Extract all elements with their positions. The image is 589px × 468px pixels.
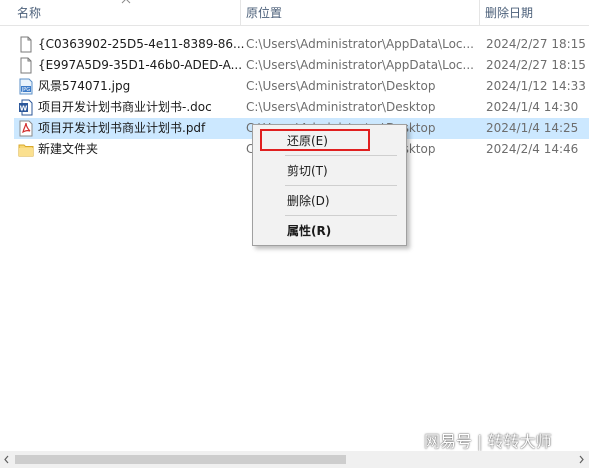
column-header-original-location[interactable]: 原位置 [246, 0, 282, 26]
watermark: 网易号 | 转转大师 [424, 432, 552, 451]
file-row[interactable]: W 项目开发计划书商业计划书-.doc C:\Users\Administrat… [14, 97, 589, 118]
column-header-name[interactable]: 名称 [17, 0, 41, 26]
pdf-file-icon [19, 120, 33, 137]
jpg-file-icon: JPG [19, 78, 33, 95]
file-name: 风景574071.jpg [38, 79, 131, 93]
column-header-bar: 名称 原位置 删除日期 [0, 0, 589, 26]
date-deleted: 2024/1/12 14:33 [486, 79, 586, 93]
svg-text:JPG: JPG [21, 87, 30, 93]
file-name: 项目开发计划书商业计划书-.doc [38, 100, 212, 114]
folder-icon [18, 144, 34, 157]
date-deleted: 2024/2/27 18:15 [486, 37, 586, 51]
original-location: C:\Users\Administrator\Desktop [246, 79, 436, 93]
file-row[interactable]: {C0363902-25D5-4e11-8389-86... C:\Users\… [14, 34, 589, 55]
menu-item-delete[interactable]: 删除(D) [255, 190, 404, 212]
column-header-date-deleted[interactable]: 删除日期 [485, 0, 533, 26]
file-row[interactable]: {E997A5D9-35D1-46b0-ADED-A... C:\Users\A… [14, 55, 589, 76]
date-deleted: 2024/1/4 14:30 [486, 100, 579, 114]
column-divider[interactable] [240, 0, 241, 26]
file-row[interactable]: JPG 风景574071.jpg C:\Users\Administrator\… [14, 76, 589, 97]
restore-highlight-box [260, 129, 370, 151]
menu-separator [285, 185, 397, 186]
horizontal-scrollbar[interactable] [0, 451, 589, 468]
word-file-icon: W [19, 99, 33, 116]
file-name: {E997A5D9-35D1-46b0-ADED-A... [38, 58, 243, 72]
date-deleted: 2024/2/4 14:46 [486, 142, 579, 156]
date-deleted: 2024/2/27 18:15 [486, 58, 586, 72]
scroll-right-icon[interactable] [576, 454, 586, 465]
recycle-bin-file-list: 名称 原位置 删除日期 {C0363902-25D5-4e11-8389-86.… [0, 0, 589, 468]
file-name: 项目开发计划书商业计划书.pdf [38, 121, 206, 135]
menu-item-cut[interactable]: 剪切(T) [255, 160, 404, 182]
menu-separator [285, 215, 397, 216]
column-divider[interactable] [479, 0, 480, 26]
blank-file-icon [20, 36, 32, 53]
menu-item-properties[interactable]: 属性(R) [255, 220, 404, 242]
original-location: C:\Users\Administrator\AppData\Loc... [246, 58, 474, 72]
file-name: {C0363902-25D5-4e11-8389-86... [38, 37, 244, 51]
blank-file-icon [20, 57, 32, 74]
date-deleted: 2024/1/4 14:25 [486, 121, 579, 135]
menu-separator [285, 155, 397, 156]
svg-text:W: W [20, 105, 28, 113]
file-name: 新建文件夹 [38, 142, 99, 156]
scroll-left-icon[interactable] [2, 454, 12, 465]
scrollbar-thumb[interactable] [15, 455, 346, 464]
original-location: C:\Users\Administrator\Desktop [246, 100, 436, 114]
sort-ascending-icon [121, 0, 131, 4]
original-location: C:\Users\Administrator\AppData\Loc... [246, 37, 474, 51]
